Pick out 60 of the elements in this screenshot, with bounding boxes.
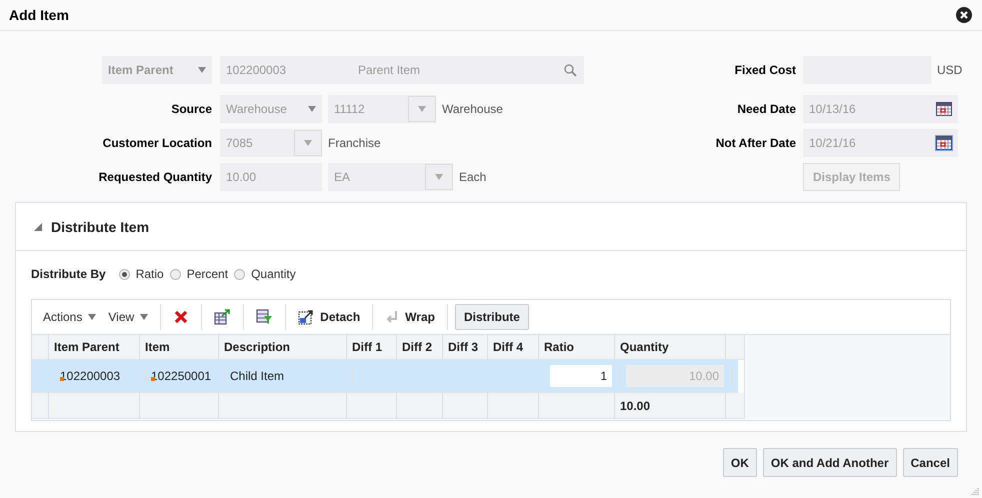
- field-label: Customer Location: [102, 136, 212, 150]
- total-quantity: 10.00: [615, 393, 726, 418]
- field-label: Need Date: [737, 102, 796, 116]
- distribute-button[interactable]: Distribute: [454, 304, 529, 330]
- uom-name: Each: [459, 170, 486, 184]
- ratio-input[interactable]: 1: [550, 365, 612, 387]
- table-cell: 102250001: [146, 369, 225, 383]
- caret-icon: [88, 314, 96, 320]
- toolbar-menu[interactable]: Actions: [43, 310, 96, 324]
- wrap-icon: [385, 310, 400, 324]
- detach-button[interactable]: Detach: [298, 309, 360, 325]
- radio-option[interactable]: Percent: [170, 267, 228, 281]
- table-cell: Child Item: [225, 369, 353, 383]
- filter-table-icon[interactable]: [256, 309, 274, 325]
- column-header[interactable]: Ratio: [539, 335, 615, 359]
- table-cell: 102200003: [55, 369, 146, 383]
- collapse-triangle-icon[interactable]: [34, 222, 42, 230]
- radio-option[interactable]: Ratio: [118, 267, 164, 281]
- column-header[interactable]: Quantity: [615, 335, 726, 359]
- column-header[interactable]: Item: [140, 335, 219, 359]
- caret-icon: [418, 106, 426, 112]
- calendar-icon[interactable]: [936, 102, 952, 116]
- column-header[interactable]: Diff 2: [397, 335, 443, 359]
- caret-icon: [140, 314, 148, 320]
- field-label: Fixed Cost: [734, 63, 796, 77]
- caret-icon: [308, 106, 316, 112]
- field-label: Source: [171, 102, 212, 116]
- column-header[interactable]: Item Parent: [49, 335, 140, 359]
- caret-icon: [304, 140, 312, 146]
- radio-button[interactable]: [234, 268, 246, 280]
- column-header[interactable]: Description: [219, 335, 347, 359]
- wrap-button[interactable]: Wrap: [385, 310, 435, 324]
- dialog-button[interactable]: OK: [722, 448, 757, 477]
- column-header[interactable]: Diff 4: [488, 335, 539, 359]
- currency-label: USD: [937, 63, 962, 77]
- location-name: Franchise: [328, 136, 381, 150]
- field-label: Requested Quantity: [98, 170, 212, 184]
- close-icon[interactable]: [956, 7, 972, 23]
- detach-icon: [298, 309, 314, 325]
- field-label: Not After Date: [716, 136, 796, 150]
- export-sheet-icon[interactable]: [214, 308, 232, 326]
- calendar-icon[interactable]: [936, 136, 952, 150]
- dialog-button[interactable]: Cancel: [902, 448, 958, 477]
- dialog-button[interactable]: OK and Add Another: [762, 448, 897, 477]
- dialog-title: Add Item: [9, 7, 69, 23]
- radio-option[interactable]: Quantity: [234, 267, 296, 281]
- search-icon[interactable]: [564, 64, 577, 77]
- resize-grip-icon[interactable]: [971, 487, 979, 495]
- location-name: Warehouse: [442, 102, 503, 116]
- radio-button[interactable]: [118, 268, 130, 280]
- radio-button[interactable]: [170, 268, 181, 280]
- caret-icon: [435, 174, 443, 180]
- column-header[interactable]: Diff 3: [443, 335, 488, 359]
- column-header[interactable]: Diff 1: [347, 335, 397, 359]
- caret-icon: [198, 67, 206, 73]
- distribute-by-label: Distribute By: [31, 267, 106, 281]
- section-title: Distribute Item: [51, 218, 150, 234]
- delete-icon[interactable]: [173, 309, 190, 325]
- toolbar-menu[interactable]: View: [108, 310, 148, 324]
- quantity-field: 10.00: [626, 365, 724, 387]
